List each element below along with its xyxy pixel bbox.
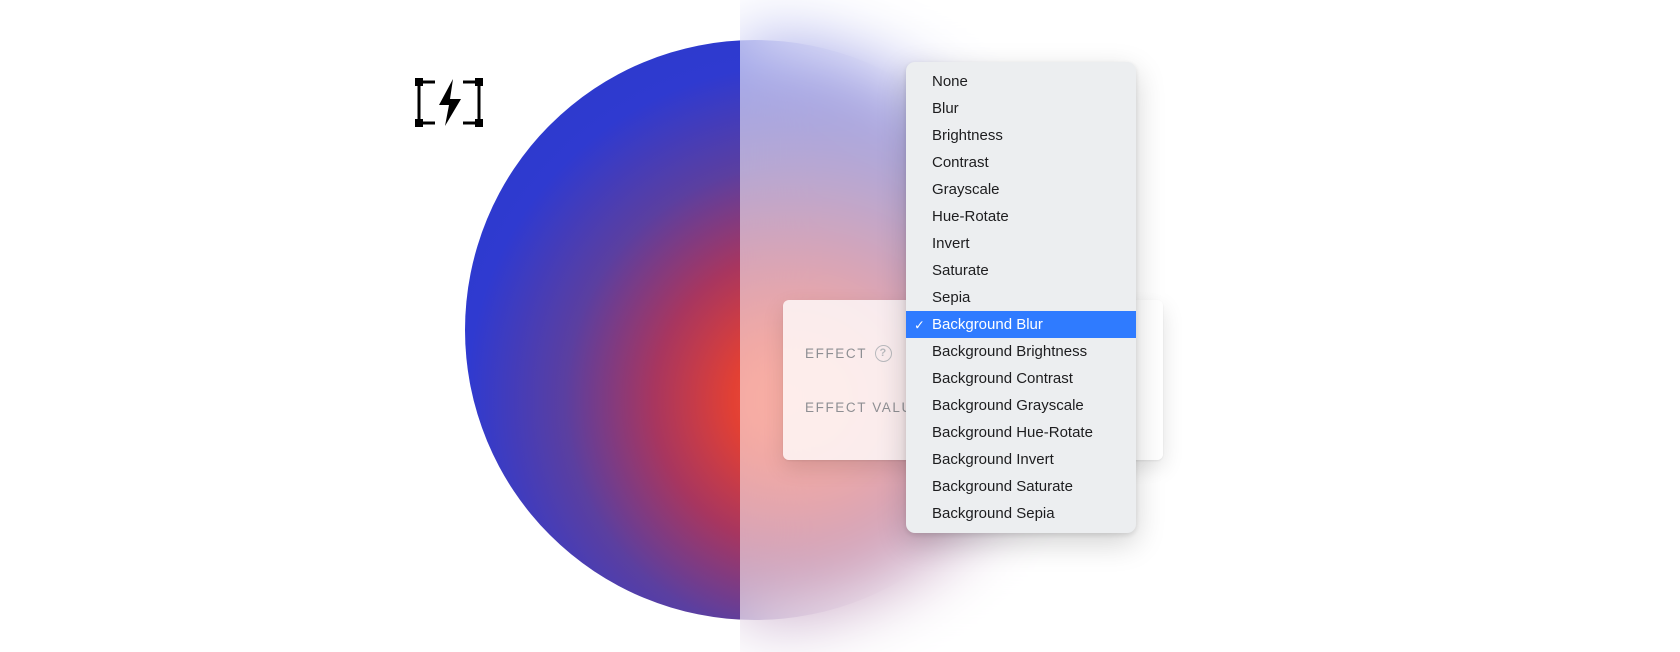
menu-item[interactable]: Background Brightness [906,338,1136,365]
menu-item[interactable]: Invert [906,230,1136,257]
menu-item-label: Background Contrast [932,370,1073,387]
app-logo-icon [413,75,485,130]
help-icon[interactable]: ? [875,345,892,362]
white-cover [1180,0,1680,652]
menu-item[interactable]: Background Grayscale [906,392,1136,419]
menu-item[interactable]: Background Invert [906,446,1136,473]
menu-item[interactable]: Background Contrast [906,365,1136,392]
menu-item-label: Invert [932,235,970,252]
menu-item[interactable]: Background Hue-Rotate [906,419,1136,446]
menu-item-label: Sepia [932,289,970,306]
menu-item-label: Background Saturate [932,478,1073,495]
menu-item-label: Hue-Rotate [932,208,1009,225]
menu-item-label: Background Sepia [932,505,1055,522]
effect-dropdown-menu[interactable]: None Blur Brightness Contrast Grayscale Hue-R… [906,62,1136,533]
menu-item[interactable]: ✓ Background Blur [906,311,1136,338]
menu-item-label: Blur [932,100,959,117]
menu-item-label: Background Grayscale [932,397,1084,414]
menu-item[interactable]: Grayscale [906,176,1136,203]
menu-item-label: Saturate [932,262,989,279]
menu-item-label: None [932,73,968,90]
menu-item[interactable]: Blur [906,95,1136,122]
menu-item[interactable]: Saturate [906,257,1136,284]
menu-item[interactable]: Sepia [906,284,1136,311]
menu-item[interactable]: Brightness [906,122,1136,149]
menu-item[interactable]: Hue-Rotate [906,203,1136,230]
check-icon: ✓ [914,318,925,331]
menu-item-label: Grayscale [932,181,1000,198]
effect-label-text: EFFECT [805,346,867,361]
menu-item-label: Background Hue-Rotate [932,424,1093,441]
menu-item-label: Background Brightness [932,343,1087,360]
menu-item-label: Background Blur [932,316,1043,333]
menu-item-label: Brightness [932,127,1003,144]
menu-item-label: Background Invert [932,451,1054,468]
menu-item[interactable]: None [906,68,1136,95]
menu-item[interactable]: Background Sepia [906,500,1136,527]
stage: EFFECT ? EFFECT VALUE NoneBlurBrightness… [0,0,1680,652]
effect-label: EFFECT ? [805,345,892,362]
menu-item-label: Contrast [932,154,989,171]
menu-item[interactable]: Background Saturate [906,473,1136,500]
menu-item[interactable]: Contrast [906,149,1136,176]
